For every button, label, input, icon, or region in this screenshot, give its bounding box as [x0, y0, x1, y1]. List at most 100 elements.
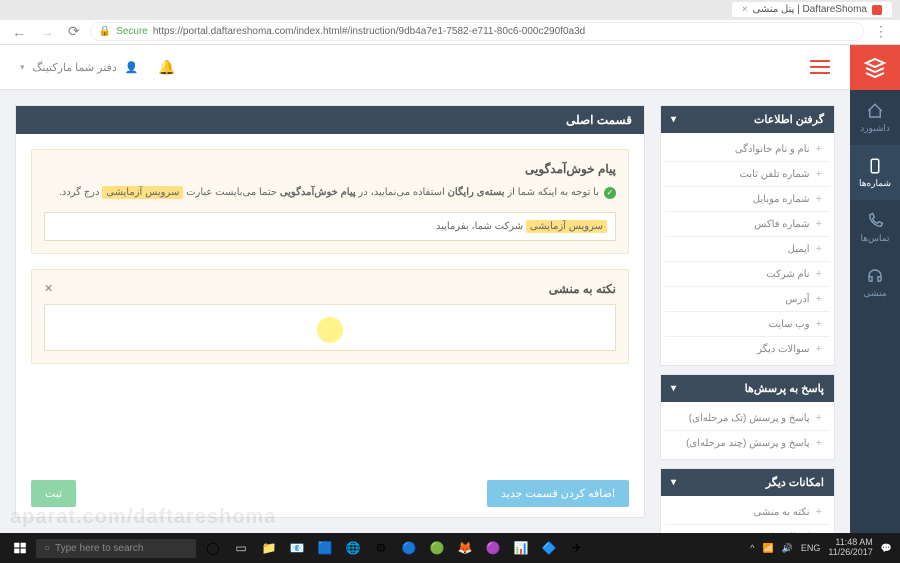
item-label: ایمیل	[788, 244, 810, 255]
plus-icon: +	[816, 218, 822, 230]
welcome-input[interactable]: سرویس آزمایشی شرکت شما، بفرمایید	[44, 212, 616, 241]
headset-icon	[866, 267, 884, 285]
app-icon[interactable]: ⚙	[368, 536, 394, 560]
start-button[interactable]	[8, 536, 32, 560]
add-section-button[interactable]: اضافه کردن قسمت جدید	[487, 480, 629, 507]
nav-numbers[interactable]: شماره‌ها	[850, 145, 900, 200]
search-icon: ○	[44, 543, 50, 554]
nav-secretary[interactable]: منشی	[850, 255, 900, 310]
plus-icon: +	[816, 343, 822, 355]
chevron-down-icon: ▾	[671, 477, 676, 488]
nav-label: منشی	[863, 288, 886, 299]
back-icon[interactable]: ←	[8, 24, 30, 40]
item-label: سوالات دیگر	[757, 344, 810, 355]
app-icon[interactable]: 📊	[508, 536, 534, 560]
chevron-down-icon: ▾	[671, 383, 676, 394]
item-label: شماره تلفن ثابت	[740, 169, 810, 180]
user-menu[interactable]: ▾ دفتر شما مارکتینگ 👤 🔔	[20, 59, 176, 76]
nav-dashboard[interactable]: داشبورد	[850, 90, 900, 145]
save-button[interactable]: ثبت	[31, 480, 76, 507]
qa-item[interactable]: +پاسخ و پرسش (چند مرحله‌ای)	[665, 431, 830, 455]
item-label: نکته به منشی	[754, 507, 810, 518]
chrome-icon[interactable]: 🔵	[396, 536, 422, 560]
home-icon	[866, 102, 884, 120]
taskview-icon[interactable]: ▭	[228, 536, 254, 560]
other-item[interactable]: + نکته به منشی	[665, 500, 830, 525]
info-item[interactable]: + شماره موبایل	[665, 187, 830, 212]
nav-label: تماس‌ها	[861, 233, 890, 244]
panel-info-header[interactable]: گرفتن اطلاعات ▾	[661, 106, 834, 133]
qa-item[interactable]: +پاسخ و پرسش (تک مرحله‌ای)	[665, 406, 830, 431]
date: 11/26/2017	[828, 548, 872, 558]
info-item[interactable]: + سوالات دیگر	[665, 337, 830, 361]
address-bar[interactable]: 🔒 Secure https://portal.daftareshoma.com…	[90, 22, 864, 41]
other-item[interactable]: +انتقال تماس	[665, 525, 830, 533]
logo-icon	[863, 56, 887, 80]
logo[interactable]	[850, 45, 900, 90]
user-name: دفتر شما مارکتینگ	[33, 61, 117, 74]
info-item[interactable]: +شماره فاکس	[665, 212, 830, 237]
hamburger-icon[interactable]	[810, 60, 830, 74]
app-icon[interactable]: 🟦	[312, 536, 338, 560]
app-icon[interactable]: 🟣	[480, 536, 506, 560]
check-icon: ✓	[604, 187, 616, 199]
lang-indicator[interactable]: ENG	[801, 543, 821, 553]
topbar: ▾ دفتر شما مارکتینگ 👤 🔔	[0, 45, 850, 90]
app-icon[interactable]: 📁	[256, 536, 282, 560]
app-icon[interactable]: 📧	[284, 536, 310, 560]
chevron-down-icon: ▾	[20, 62, 25, 73]
windows-icon	[13, 541, 27, 555]
notifications-icon[interactable]: 💬	[881, 543, 892, 554]
volume-icon[interactable]: 🔊	[782, 543, 793, 554]
info-item[interactable]: +نام و نام خانوادگی	[665, 137, 830, 162]
clock[interactable]: 11:48 AM 11/26/2017	[828, 538, 872, 558]
app-icon[interactable]: 🌐	[340, 536, 366, 560]
close-icon[interactable]: ✕	[44, 282, 53, 295]
nav-calls[interactable]: تماس‌ها	[850, 200, 900, 255]
welcome-section: پیام خوش‌آمدگویی ✓ با توجه به اینکه شما …	[31, 149, 629, 254]
app-icon[interactable]: 🟢	[424, 536, 450, 560]
taskbar-search[interactable]: ○ Type here to search	[36, 539, 196, 558]
cursor-highlight-icon	[317, 317, 343, 343]
panel-other-header[interactable]: امکانات دیگر ▾	[661, 469, 834, 496]
favicon-icon	[872, 5, 882, 15]
phone-list-icon	[866, 157, 884, 175]
note-section: ✕ نکته به منشی	[31, 269, 629, 364]
bell-icon[interactable]: 🔔	[158, 59, 175, 76]
plus-icon: +	[816, 168, 822, 180]
app-icon[interactable]: 🔷	[536, 536, 562, 560]
telegram-icon[interactable]: ✈	[564, 536, 590, 560]
panel-qa-body: +پاسخ و پرسش (تک مرحله‌ای)+پاسخ و پرسش (…	[661, 402, 834, 459]
tab-row: DaftareShoma | پنل منشی ×	[0, 0, 900, 20]
panel-title: امکانات دیگر	[766, 476, 824, 489]
welcome-note: ✓ با توجه به اینکه شما از بسته‌ی رایگان …	[44, 184, 616, 202]
plus-icon: +	[816, 143, 822, 155]
panel-qa-header[interactable]: پاسخ به پرسش‌ها ▾	[661, 375, 834, 402]
menu-icon[interactable]: ⋮	[870, 23, 892, 40]
secure-label: Secure	[116, 26, 148, 37]
plus-icon: +	[816, 506, 822, 518]
item-label: شماره موبایل	[753, 194, 810, 205]
tab-close-icon[interactable]: ×	[742, 4, 748, 15]
input-highlight: سرویس آزمایشی	[526, 220, 607, 233]
info-item[interactable]: + شماره تلفن ثابت	[665, 162, 830, 187]
forward-icon[interactable]: →	[36, 24, 58, 40]
info-item[interactable]: +وب سایت	[665, 312, 830, 337]
welcome-title: پیام خوش‌آمدگویی	[44, 162, 616, 176]
main-panel-header: قسمت اصلی	[16, 106, 644, 134]
browser-tab[interactable]: DaftareShoma | پنل منشی ×	[732, 2, 892, 17]
firefox-icon[interactable]: 🦊	[452, 536, 478, 560]
reload-icon[interactable]: ⟳	[64, 23, 84, 40]
plus-icon: +	[816, 193, 822, 205]
main-panel-body: پیام خوش‌آمدگویی ✓ با توجه به اینکه شما …	[16, 134, 644, 470]
wifi-icon[interactable]: 📶	[762, 543, 773, 554]
info-item[interactable]: +ایمیل	[665, 237, 830, 262]
cortana-icon[interactable]: ◯	[200, 536, 226, 560]
note-input[interactable]	[44, 304, 616, 351]
main-panel: قسمت اصلی پیام خوش‌آمدگویی ✓ با توجه به …	[15, 105, 645, 518]
taskbar-left: ○ Type here to search ◯ ▭ 📁 📧 🟦 🌐 ⚙ 🔵 🟢 …	[8, 536, 590, 560]
tray-icon[interactable]: ^	[750, 543, 754, 553]
info-item[interactable]: +آدرس	[665, 287, 830, 312]
info-item[interactable]: +نام شرکت	[665, 262, 830, 287]
user-icon: 👤	[125, 61, 139, 74]
